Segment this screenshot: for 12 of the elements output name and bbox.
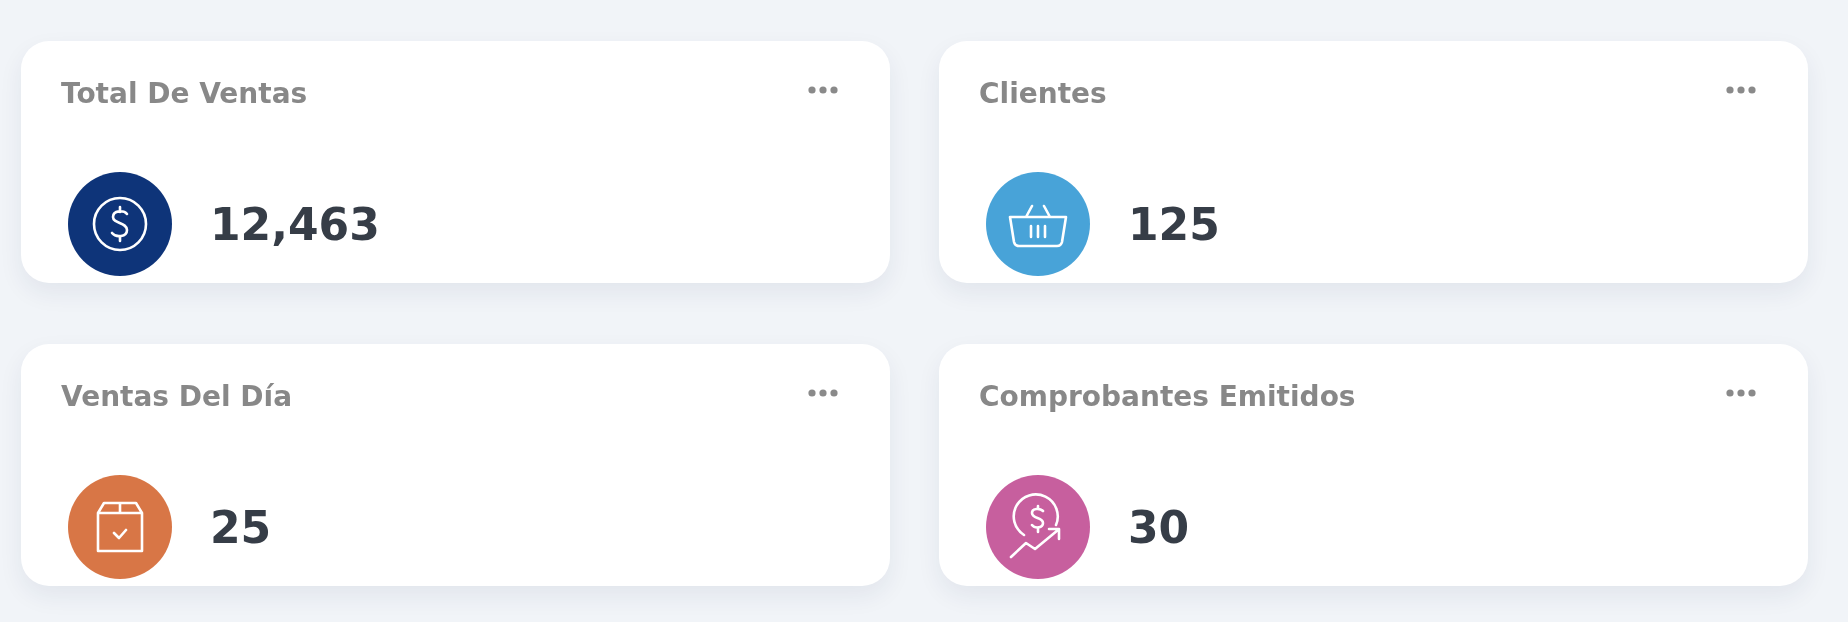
- stat-value: 30: [1128, 501, 1190, 553]
- stat-value: 25: [210, 501, 272, 553]
- stat-value: 125: [1128, 198, 1220, 250]
- more-options-icon[interactable]: [808, 388, 838, 397]
- card-title: Clientes: [979, 77, 1107, 110]
- card-title: Ventas Del Día: [61, 380, 293, 413]
- stat-value: 12,463: [210, 198, 380, 250]
- card-title: Total De Ventas: [61, 77, 308, 110]
- more-options-icon[interactable]: [808, 85, 838, 94]
- card-title: Comprobantes Emitidos: [979, 380, 1356, 413]
- more-options-icon[interactable]: [1726, 85, 1756, 94]
- more-options-icon[interactable]: [1726, 388, 1756, 397]
